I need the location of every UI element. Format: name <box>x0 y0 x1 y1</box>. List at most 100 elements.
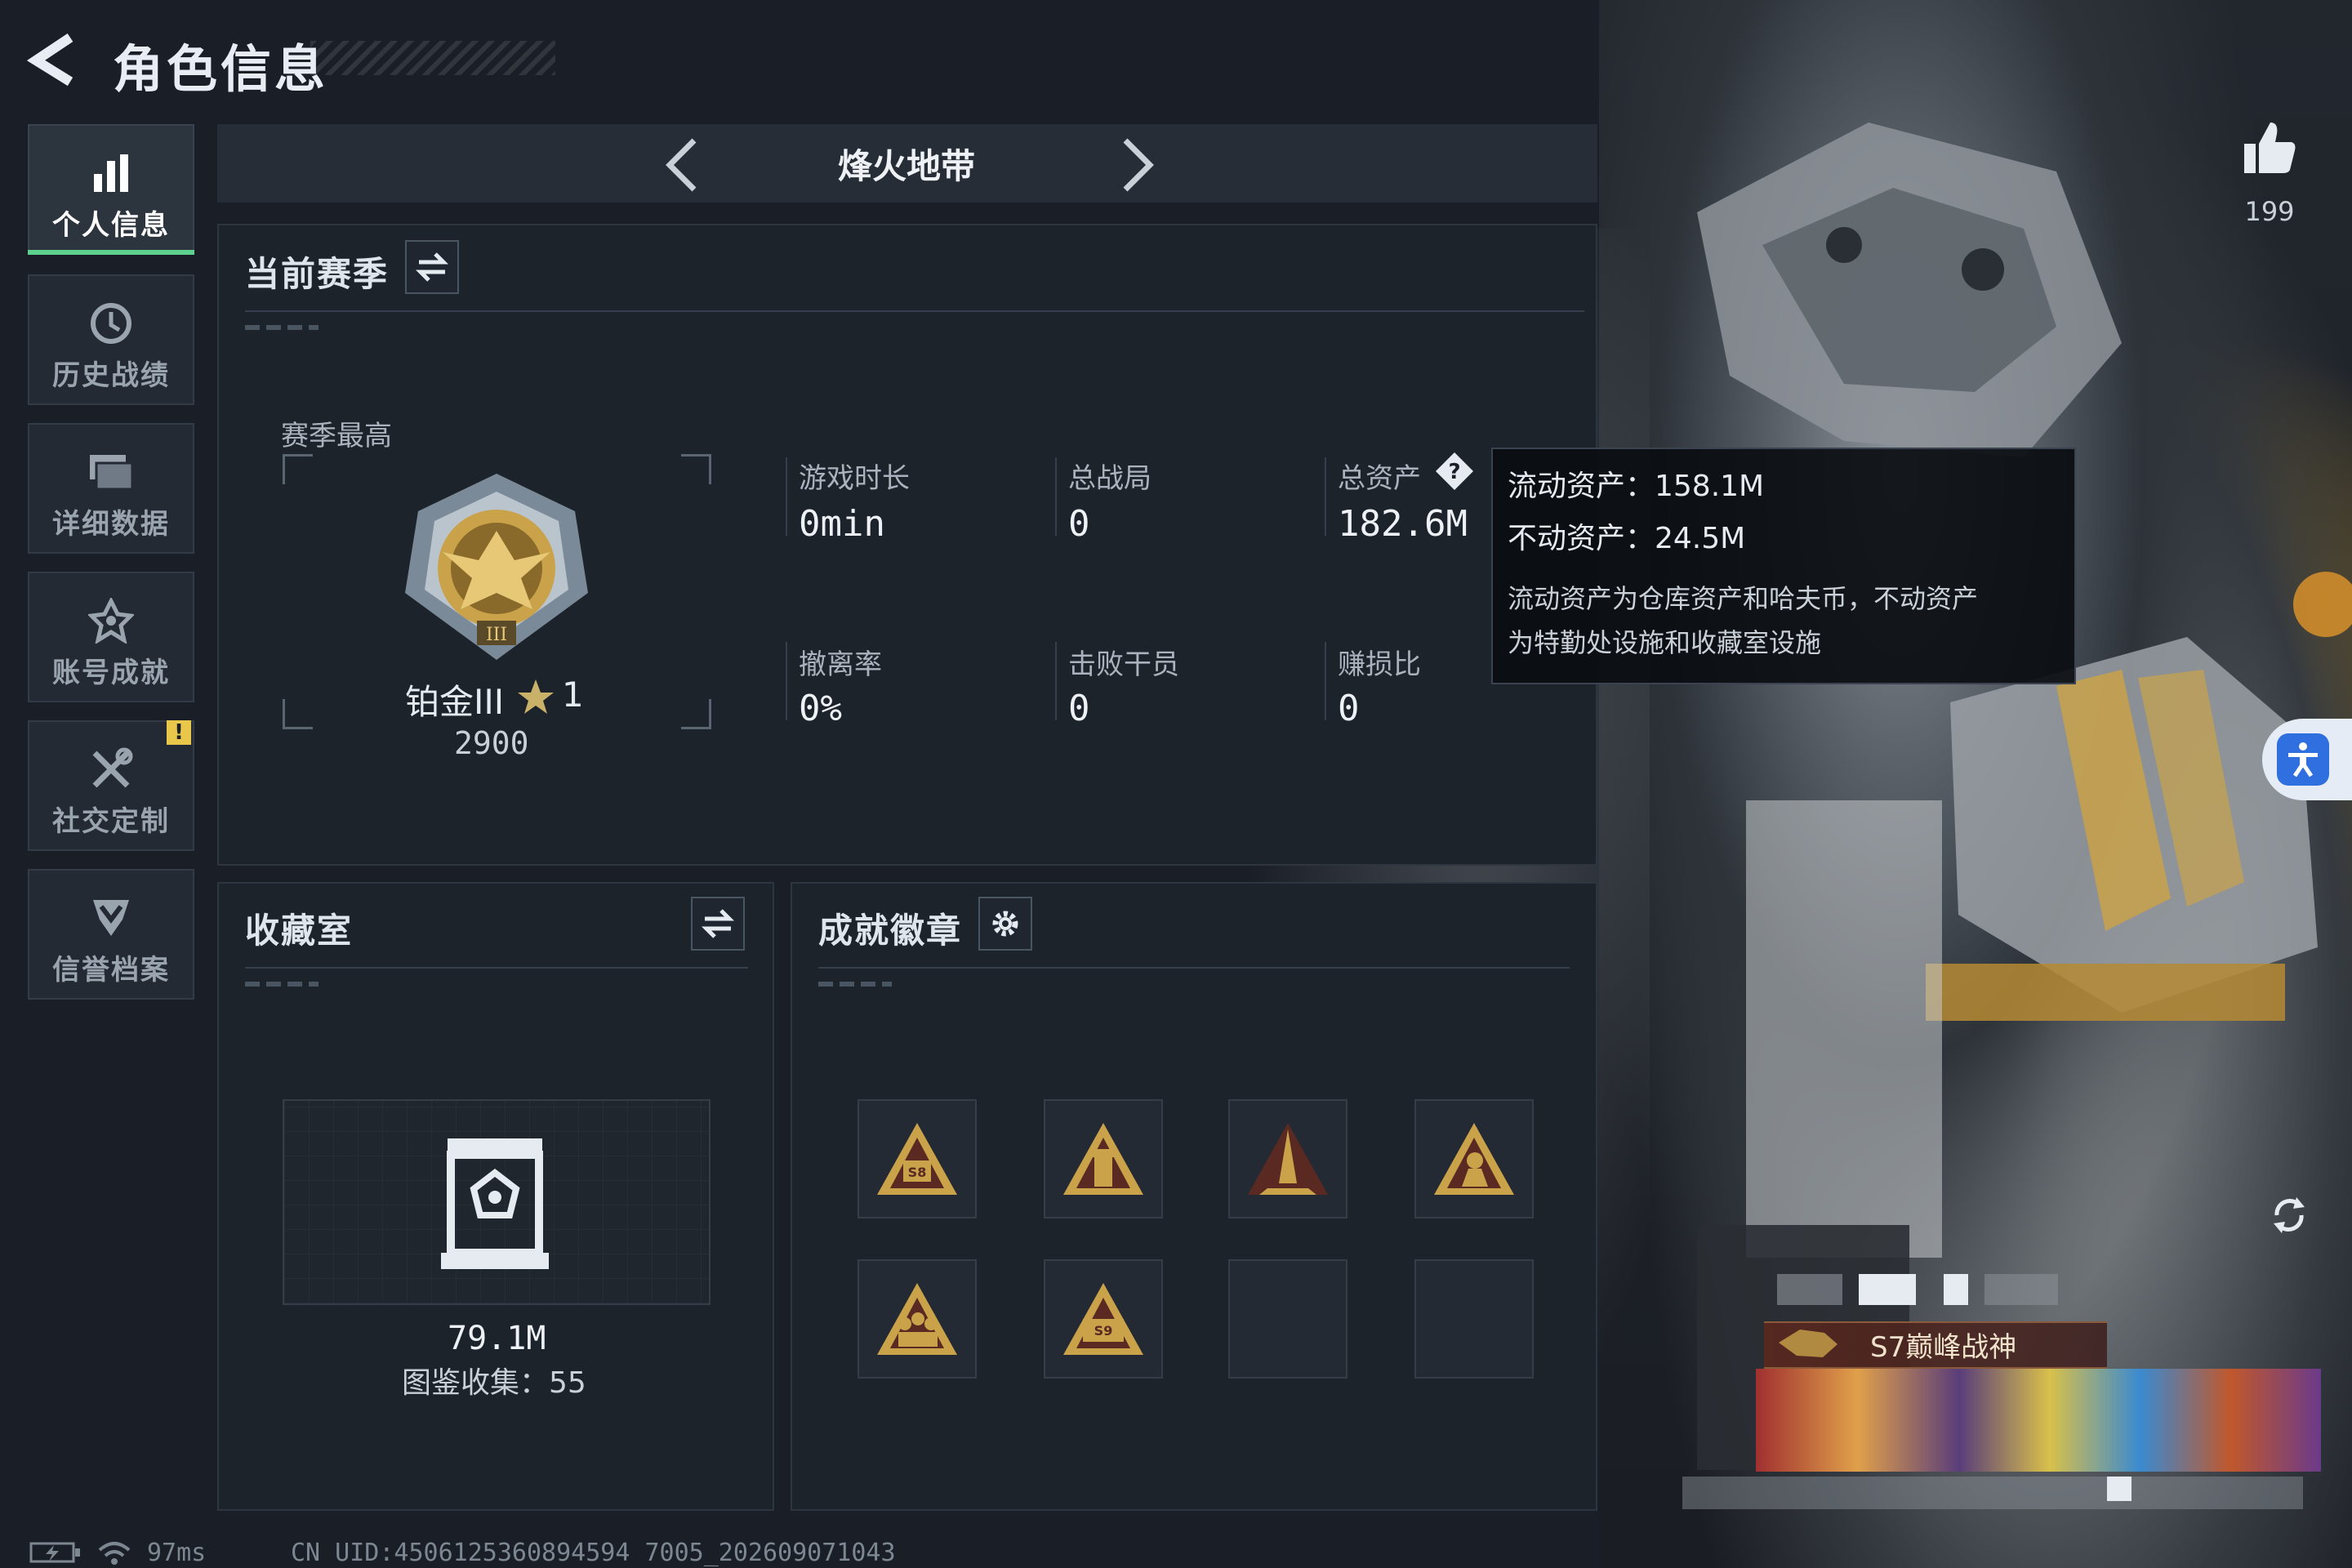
collection-switch-button[interactable] <box>691 897 745 951</box>
obscured-name <box>1859 1274 1916 1305</box>
like-button[interactable] <box>2241 118 2298 178</box>
history-clock-icon <box>91 303 131 344</box>
like-count: 199 <box>2244 196 2295 227</box>
next-mode-button[interactable] <box>1112 136 1161 193</box>
season-best-label: 赛季最高 <box>281 420 392 452</box>
stat-total-matches-label: 总战局 <box>1068 462 1152 495</box>
achievement-star-icon <box>88 598 134 644</box>
mode-name: 烽火地带 <box>837 146 975 186</box>
sidebar-item-label: 个人信息 <box>52 209 170 242</box>
gear-icon <box>992 911 1018 937</box>
sidebar-item-credit[interactable]: 信誉档案 <box>28 869 194 1000</box>
tools-crossed-icon <box>92 747 133 788</box>
sidebar-item-label: 社交定制 <box>52 805 170 838</box>
rank-score: 2900 <box>454 725 529 761</box>
tooltip-fixed-assets: 不动资产：24.5M <box>1508 522 1746 555</box>
badge-slot-empty[interactable] <box>1414 1259 1534 1379</box>
accessibility-float-button[interactable] <box>2262 719 2352 800</box>
obscured-name <box>1944 1274 1968 1305</box>
title-decoration <box>310 41 555 75</box>
page-title: 角色信息 <box>113 39 329 99</box>
badges-panel-title: 成就徽章 <box>818 911 963 951</box>
folder-stack-icon <box>90 455 134 491</box>
svg-text:?: ? <box>1448 460 1460 484</box>
stat-extract-rate-label: 撤离率 <box>799 648 882 681</box>
divider <box>245 967 748 969</box>
tooltip-desc-line2: 为特勤处设施和收藏室设施 <box>1508 627 1822 658</box>
sidebar-item-label: 信誉档案 <box>52 954 170 987</box>
frame-corner <box>283 454 313 484</box>
badge-slot-empty[interactable] <box>1228 1259 1348 1379</box>
back-arrow-icon <box>26 33 74 87</box>
rotate-icon <box>2274 1197 2305 1233</box>
sidebar-item-label: 账号成就 <box>52 657 170 689</box>
season-switch-button[interactable] <box>405 240 459 294</box>
chevron-right-icon <box>1123 138 1154 192</box>
accessibility-person-icon <box>2288 742 2318 777</box>
badge-slot[interactable] <box>858 1259 977 1379</box>
rank-platinum-emblem-icon: III <box>405 474 588 660</box>
obscured-name <box>1984 1274 2058 1305</box>
bar-chart-icon <box>94 154 128 192</box>
badge-slot[interactable]: S8 <box>858 1099 977 1218</box>
svg-text:III: III <box>486 625 507 645</box>
swap-arrows-icon <box>702 909 734 938</box>
collection-panel-title: 收藏室 <box>245 911 354 951</box>
back-button[interactable] <box>24 31 82 88</box>
wifi-icon <box>98 1542 131 1565</box>
stat-operators-defeated-value: 0 <box>1068 688 1090 729</box>
frame-corner <box>681 454 711 484</box>
shield-chevron-icon <box>93 900 129 936</box>
stat-total-matches-value: 0 <box>1068 503 1090 545</box>
season-panel-title: 当前赛季 <box>245 254 390 294</box>
badge-s8-icon: S8 <box>877 1123 957 1195</box>
stat-profit-ratio-label: 赚损比 <box>1338 648 1421 681</box>
prev-mode-button[interactable] <box>658 136 707 193</box>
assets-tooltip: 流动资产：158.1M 不动资产：24.5M 流动资产为仓库资产和哈夫币，不动资… <box>1491 448 2076 684</box>
sidebar-item-personal-info[interactable]: 个人信息 <box>28 124 194 255</box>
divider-dash <box>245 982 318 987</box>
assets-help-button[interactable]: ? <box>1434 451 1475 492</box>
badge-slot[interactable] <box>1228 1099 1348 1218</box>
sidebar-item-label: 详细数据 <box>52 508 170 541</box>
stat-divider <box>786 642 787 720</box>
sidebar-item-achievements[interactable]: 账号成就 <box>28 572 194 702</box>
badge-operator-icon <box>1434 1123 1514 1195</box>
stat-divider <box>1055 457 1057 536</box>
badge-slot[interactable]: S9 <box>1044 1259 1163 1379</box>
stat-total-assets-label: 总资产 <box>1338 462 1421 495</box>
divider-dash <box>245 325 318 330</box>
title-emblem-icon <box>1779 1330 1838 1357</box>
tooltip-desc-line1: 流动资产为仓库资产和哈夫币，不动资产 <box>1508 583 1979 614</box>
collection-value: 79.1M <box>448 1320 546 1357</box>
profile-banner[interactable] <box>1756 1369 2321 1472</box>
stat-extract-rate-value: 0% <box>799 688 842 729</box>
badge-s9-icon: S9 <box>1063 1283 1143 1355</box>
alert-badge: ! <box>167 720 191 745</box>
user-uid: CN UID:4506125360894594 7005_20260907104… <box>291 1539 896 1567</box>
chevron-left-icon <box>666 138 697 192</box>
stat-divider <box>786 457 787 536</box>
badge-squad-icon <box>877 1283 957 1355</box>
stat-total-assets-value: 182.6M <box>1338 503 1468 545</box>
badge-slot[interactable] <box>1044 1099 1163 1218</box>
honor-title-text: S7巅峰战神 <box>1870 1331 2017 1364</box>
rotate-character-button[interactable] <box>2269 1194 2310 1235</box>
swap-arrows-icon <box>416 252 448 282</box>
divider-dash <box>818 982 892 987</box>
badge-label: S9 <box>1094 1323 1113 1339</box>
display-case-icon <box>441 1138 549 1269</box>
rank-stars: 1 <box>562 675 584 715</box>
badges-settings-button[interactable] <box>978 897 1032 951</box>
divider <box>818 967 1570 969</box>
badge-slot[interactable] <box>1414 1099 1534 1218</box>
ping-latency: 97ms <box>147 1539 207 1567</box>
collection-count: 图鉴收集：55 <box>402 1366 586 1400</box>
obscured-name <box>1777 1274 1842 1305</box>
sidebar-item-history[interactable]: 历史战绩 <box>28 274 194 405</box>
divider <box>245 310 1584 312</box>
sidebar-item-details[interactable]: 详细数据 <box>28 423 194 554</box>
stat-profit-ratio-value: 0 <box>1338 688 1360 729</box>
frame-corner <box>681 699 711 729</box>
badge-tower-icon <box>1063 1123 1143 1195</box>
